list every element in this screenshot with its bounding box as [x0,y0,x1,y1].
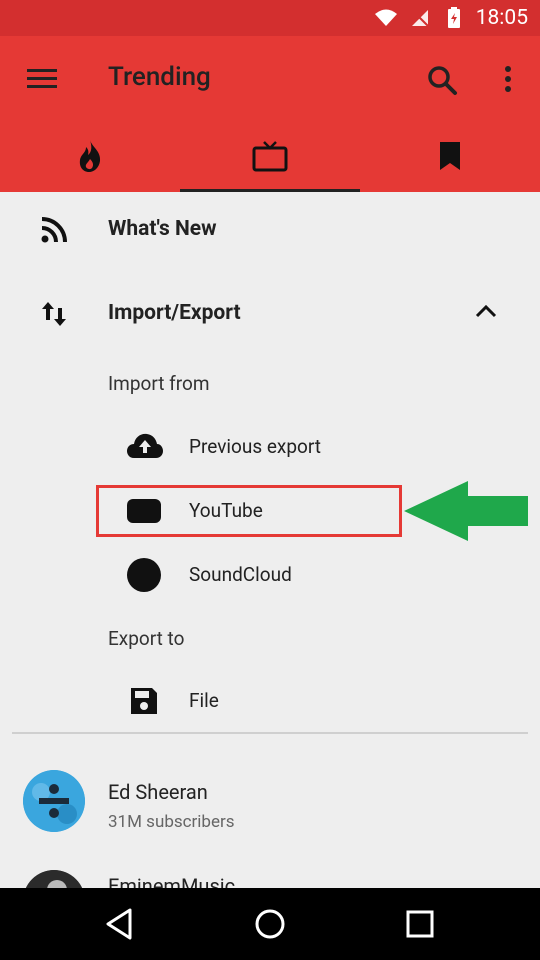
annotation-arrow-icon [404,481,528,541]
back-icon[interactable] [102,906,138,942]
save-icon [131,688,157,714]
drawer-list: What's New Import/Export Import from Pre… [0,192,540,932]
channel-name: Ed Sheeran [108,780,208,804]
tab-bookmarks[interactable] [360,120,540,192]
rss-icon [41,217,67,243]
avatar [23,770,85,832]
chevron-up-icon[interactable] [474,303,498,319]
wifi-icon [374,9,397,26]
soundcloud-icon [127,558,161,592]
more-vert-icon[interactable] [496,62,520,98]
export-to-label: Export to [108,627,185,650]
annotation-highlight-box [96,485,402,537]
channel-row[interactable]: Ed Sheeran 31M subscribers [0,762,540,842]
search-icon[interactable] [424,62,460,98]
export-item-file[interactable]: File [0,672,540,732]
no-signal-icon [409,8,430,28]
nav-bar [0,888,540,960]
recents-icon[interactable] [402,906,438,942]
import-item-soundcloud[interactable]: SoundCloud [0,544,540,604]
file-label: File [189,689,219,712]
drawer-item-whats-new[interactable]: What's New [0,192,540,268]
battery-charging-icon [447,7,460,28]
divide-album-art [23,770,85,832]
previous-export-label: Previous export [189,435,321,458]
import-item-previous-export[interactable]: Previous export [0,416,540,476]
import-from-label: Import from [108,372,210,395]
tab-bar [0,120,540,192]
bookmark-icon [440,142,460,170]
menu-icon[interactable] [24,64,60,94]
fire-icon [79,140,101,172]
tv-icon [252,141,288,172]
channel-subscribers: 31M subscribers [108,812,235,832]
divider [12,732,528,734]
whats-new-label: What's New [108,217,217,241]
status-bar: 18:05 [0,0,540,36]
status-time: 18:05 [475,6,528,30]
tab-trending[interactable] [0,120,180,192]
page-title: Trending [108,62,211,92]
import-export-icon [42,302,66,326]
status-icons: 18:05 [374,6,528,30]
soundcloud-label: SoundCloud [189,563,292,586]
tab-subscriptions[interactable] [180,120,360,192]
import-export-label: Import/Export [108,301,241,325]
app-bar: Trending [0,36,540,120]
drawer-item-import-export[interactable]: Import/Export [0,276,540,352]
home-icon[interactable] [252,906,288,942]
cloud-upload-icon [127,433,163,458]
